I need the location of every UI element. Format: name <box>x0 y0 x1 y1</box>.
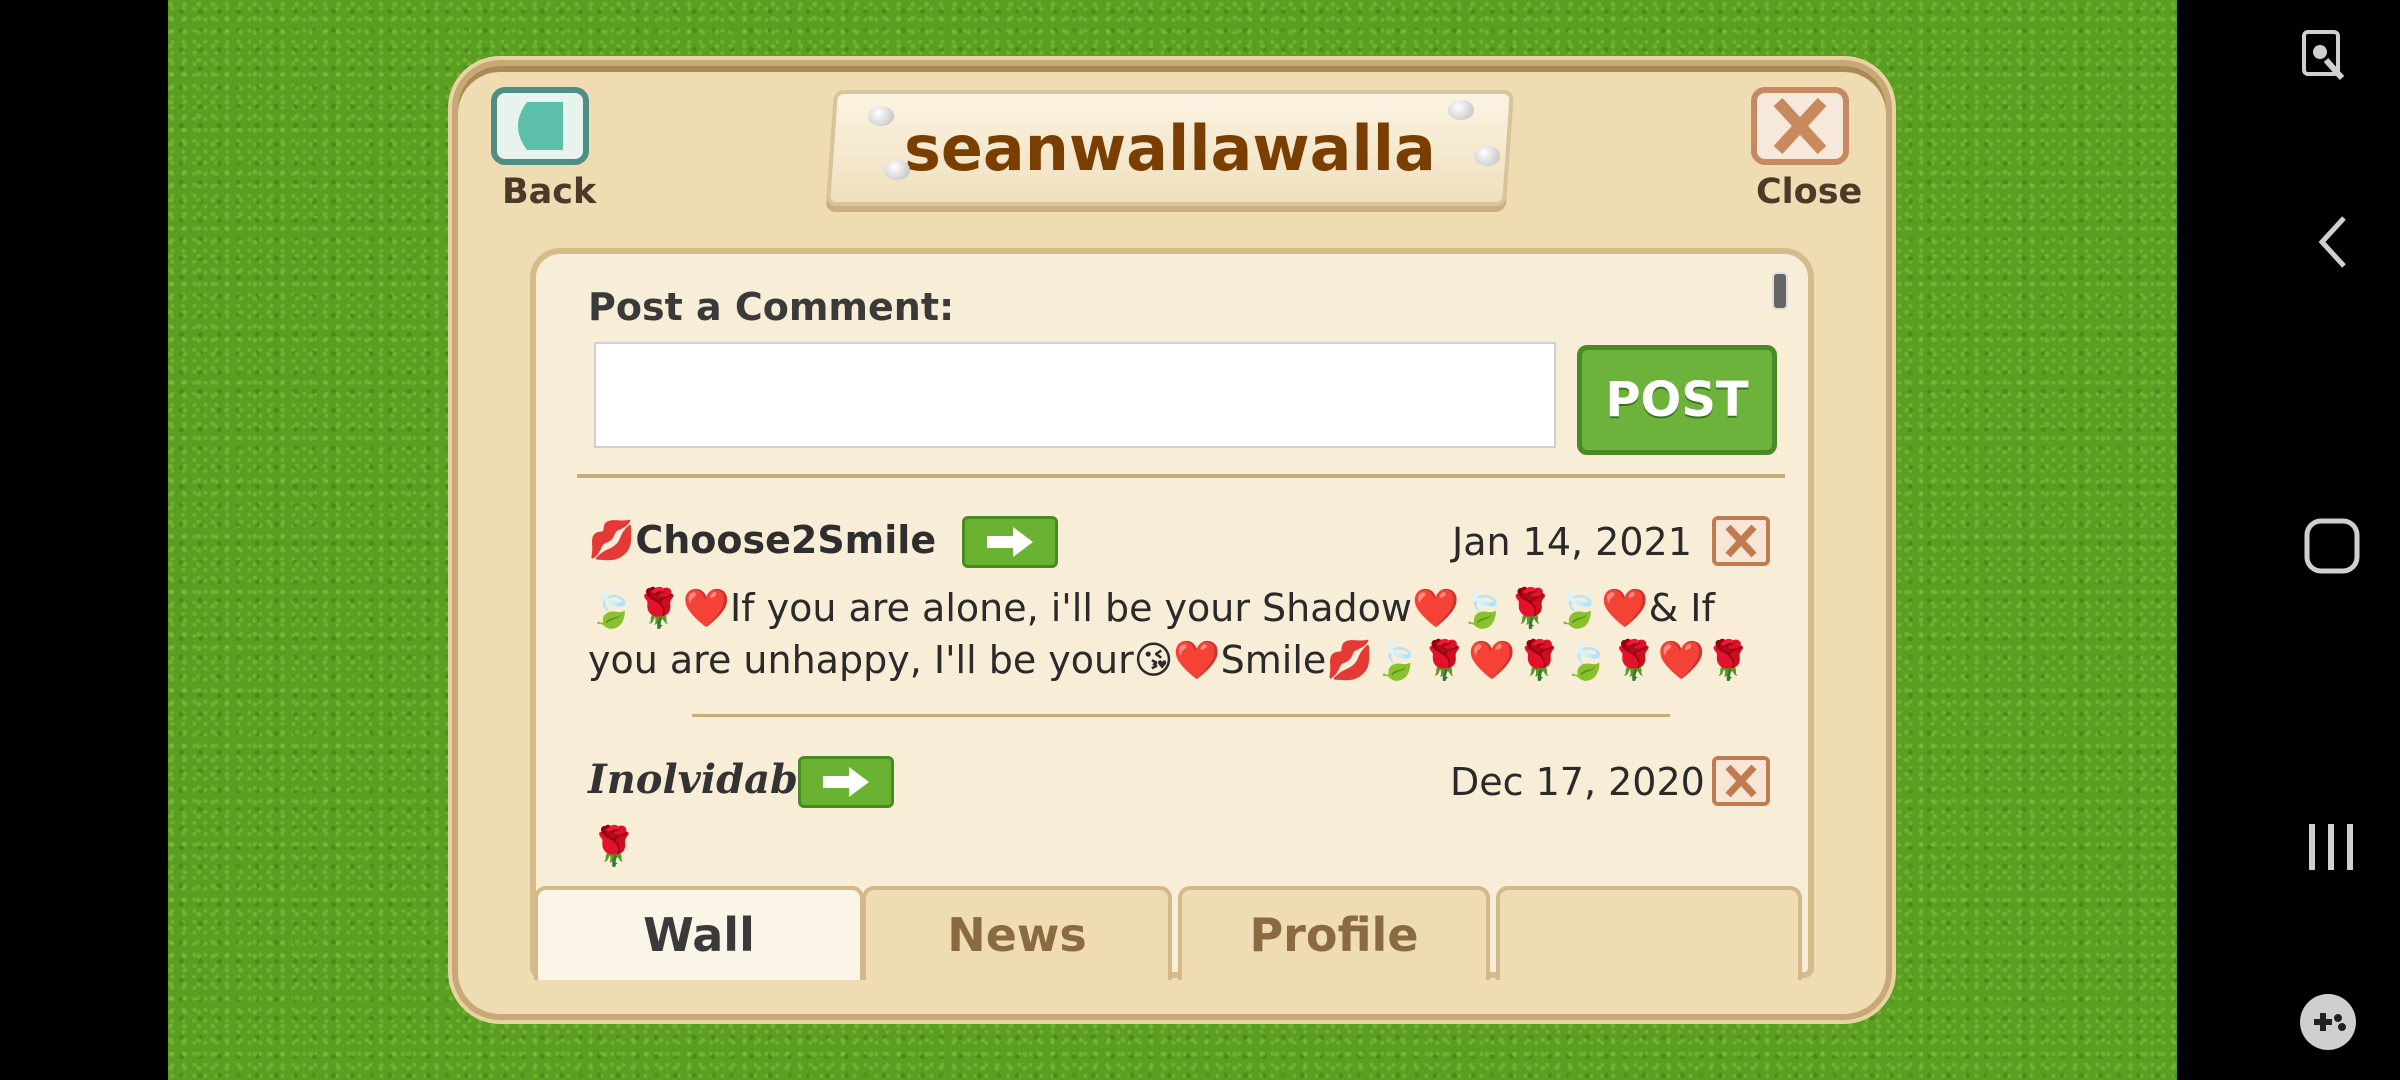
back-button[interactable] <box>491 87 589 165</box>
post-message: 🍃🌹❤️If you are alone, i'll be your Shado… <box>588 582 1788 686</box>
arrow-right-icon <box>987 527 1033 557</box>
close-label: Close <box>1756 172 1863 212</box>
scrollbar-thumb[interactable] <box>1772 272 1788 310</box>
divider <box>692 714 1670 717</box>
close-button[interactable] <box>1751 87 1849 165</box>
nail-decoration <box>884 160 910 180</box>
delete-post-button[interactable] <box>1712 516 1770 566</box>
title-sign: seanwallawalla <box>825 90 1515 206</box>
post-button[interactable]: POST <box>1577 345 1777 455</box>
home-nav-icon[interactable] <box>2304 518 2360 578</box>
post-message-line: you are unhappy, I'll be your😘❤️Smile💋🍃🌹… <box>588 638 1753 682</box>
comment-input[interactable] <box>594 342 1556 448</box>
back-nav-icon[interactable] <box>2318 214 2348 274</box>
view-profile-button[interactable] <box>962 516 1058 568</box>
game-tools-icon[interactable] <box>2298 992 2358 1056</box>
recents-nav-icon[interactable] <box>2306 822 2356 876</box>
nail-decoration <box>868 106 894 126</box>
page-title: seanwallawalla <box>904 111 1436 185</box>
post-message-line: 🍃🌹❤️If you are alone, i'll be your Shado… <box>588 586 1715 630</box>
author-name: Choose2Smile <box>635 518 937 562</box>
triangle-left-icon <box>518 102 563 150</box>
post-message: 🌹 <box>590 824 638 868</box>
x-icon <box>1773 98 1827 154</box>
divider <box>577 474 1785 478</box>
arrow-right-icon <box>823 767 869 797</box>
android-nav-bar <box>2177 0 2400 1080</box>
screenshot-tool-icon[interactable] <box>2302 30 2345 86</box>
delete-post-button[interactable] <box>1712 756 1770 806</box>
nail-decoration <box>1448 100 1474 120</box>
tab-news[interactable]: News <box>862 886 1172 980</box>
post-author[interactable]: 💋Choose2Smile <box>588 518 936 563</box>
tab-profile[interactable]: Profile <box>1178 886 1490 980</box>
author-emoji: 💋 <box>588 518 636 562</box>
comment-label: Post a Comment: <box>588 285 955 329</box>
x-icon <box>1725 764 1757 798</box>
post-date: Jan 14, 2021 <box>1452 520 1692 564</box>
nail-decoration <box>1474 146 1500 166</box>
tab-empty[interactable] <box>1496 886 1802 980</box>
post-date: Dec 17, 2020 <box>1450 760 1705 804</box>
x-icon <box>1725 524 1757 558</box>
view-profile-button[interactable] <box>798 756 894 808</box>
back-label: Back <box>502 172 597 212</box>
tab-wall[interactable]: Wall <box>534 886 864 980</box>
